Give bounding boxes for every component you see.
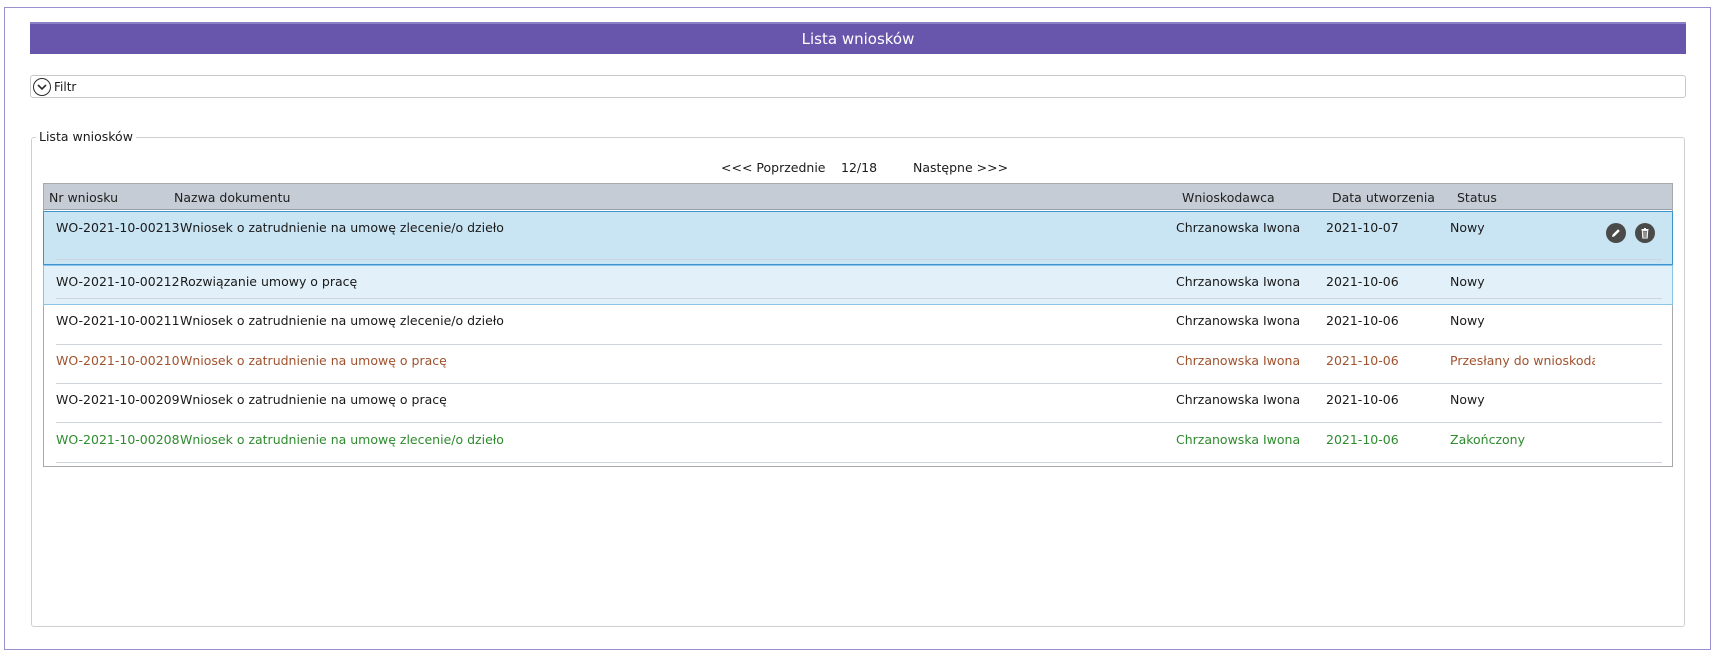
cell-applicant: Chrzanowska Iwona (1176, 353, 1301, 368)
cell-applicant: Chrzanowska Iwona (1176, 313, 1301, 328)
cell-date: 2021-10-06 (1326, 274, 1399, 289)
requests-table: Nr wniosku Nazwa dokumentu Wnioskodawca … (43, 183, 1673, 467)
page-title: Lista wniosków (30, 22, 1686, 54)
cell-status: Nowy (1450, 274, 1485, 289)
next-page-link[interactable]: Następne >>> (913, 160, 1008, 175)
row-separator (56, 462, 1662, 463)
table-header: Nr wniosku Nazwa dokumentu Wnioskodawca … (44, 184, 1672, 210)
list-legend: Lista wniosków (36, 129, 136, 144)
cell-name: Wniosek o zatrudnienie na umowę zlecenie… (180, 313, 504, 328)
cell-date: 2021-10-06 (1326, 313, 1399, 328)
row-separator (56, 298, 1662, 299)
table-row[interactable]: WO-2021-10-00212 Rozwiązanie umowy o pra… (43, 265, 1673, 305)
cell-nr: WO-2021-10-00211 (56, 313, 180, 328)
cell-status: Nowy (1450, 313, 1485, 328)
cell-date: 2021-10-07 (1326, 220, 1399, 235)
table-row[interactable]: WO-2021-10-00213 Wniosek o zatrudnienie … (43, 211, 1673, 265)
row-separator (56, 259, 1662, 260)
trash-icon[interactable] (1635, 223, 1655, 243)
cell-name: Rozwiązanie umowy o pracę (180, 274, 358, 289)
table-row[interactable]: WO-2021-10-00208 Wniosek o zatrudnienie … (44, 423, 1672, 463)
cell-applicant: Chrzanowska Iwona (1176, 220, 1301, 235)
column-header-name[interactable]: Nazwa dokumentu (174, 190, 290, 205)
chevron-down-circle-icon (33, 77, 51, 96)
column-header-nr[interactable]: Nr wniosku (49, 190, 118, 205)
cell-nr: WO-2021-10-00208 (56, 432, 180, 447)
cell-name: Wniosek o zatrudnienie na umowę zlecenie… (180, 432, 504, 447)
cell-date: 2021-10-06 (1326, 353, 1399, 368)
row-actions (1606, 223, 1655, 243)
cell-nr: WO-2021-10-00212 (56, 274, 180, 289)
column-header-date[interactable]: Data utworzenia (1332, 190, 1435, 205)
pager: <<< Poprzednie 12/18 Następne >>> (0, 157, 1719, 177)
filter-label: Filtr (54, 79, 77, 94)
cell-status: Zakończony (1450, 432, 1525, 447)
cell-date: 2021-10-06 (1326, 392, 1399, 407)
cell-status: Nowy (1450, 220, 1485, 235)
filter-panel: Filtr (30, 75, 1686, 98)
cell-applicant: Chrzanowska Iwona (1176, 274, 1301, 289)
cell-name: Wniosek o zatrudnienie na umowę zlecenie… (180, 220, 504, 235)
cell-nr: WO-2021-10-00209 (56, 392, 180, 407)
cell-applicant: Chrzanowska Iwona (1176, 432, 1301, 447)
cell-status: Przesłany do wnioskodawcy (1450, 353, 1595, 368)
cell-name: Wniosek o zatrudnienie na umowę o pracę (180, 392, 447, 407)
cell-name: Wniosek o zatrudnienie na umowę o pracę (180, 353, 447, 368)
cell-applicant: Chrzanowska Iwona (1176, 392, 1301, 407)
pencil-icon[interactable] (1606, 223, 1626, 243)
table-row[interactable]: WO-2021-10-00210 Wniosek o zatrudnienie … (44, 345, 1672, 384)
cell-nr: WO-2021-10-00210 (56, 353, 180, 368)
column-header-applicant[interactable]: Wnioskodawca (1182, 190, 1275, 205)
column-header-status[interactable]: Status (1457, 190, 1497, 205)
page-indicator: 12/18 (841, 160, 878, 175)
cell-status: Nowy (1450, 392, 1485, 407)
cell-date: 2021-10-06 (1326, 432, 1399, 447)
table-row[interactable]: WO-2021-10-00211 Wniosek o zatrudnienie … (44, 305, 1672, 345)
filter-toggle[interactable]: Filtr (33, 77, 77, 96)
prev-page-link[interactable]: <<< Poprzednie (721, 160, 825, 175)
table-row[interactable]: WO-2021-10-00209 Wniosek o zatrudnienie … (44, 384, 1672, 423)
cell-nr: WO-2021-10-00213 (56, 220, 180, 235)
